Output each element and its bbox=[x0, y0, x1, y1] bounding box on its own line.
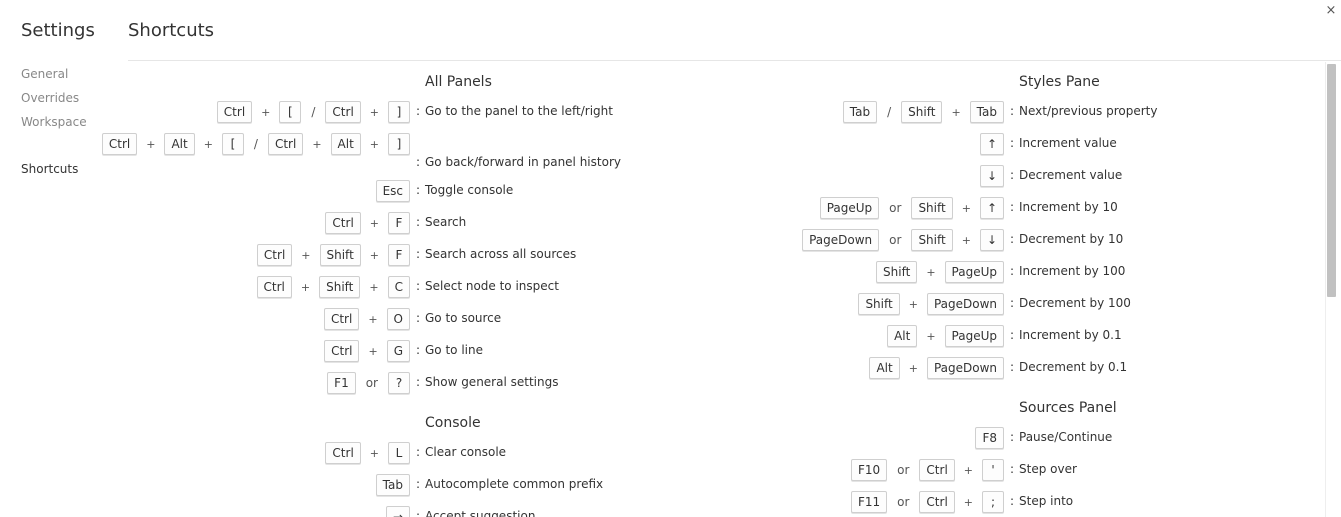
key-pagedown: PageDown bbox=[926, 293, 1004, 315]
colon-separator: : bbox=[1010, 200, 1015, 214]
key-down-arrow: ↓ bbox=[979, 165, 1004, 187]
shortcut-description: Next/previous property bbox=[1019, 104, 1158, 118]
key-alt: Alt bbox=[869, 357, 900, 379]
plus-separator: + bbox=[963, 495, 973, 509]
shortcut-keys: ↑ bbox=[979, 133, 1004, 155]
colon-separator: : bbox=[1010, 136, 1015, 150]
shortcut-row: F10 or Ctrl + ' bbox=[0, 459, 1004, 481]
colon-separator: : bbox=[1010, 296, 1015, 310]
or-separator: or bbox=[897, 463, 910, 477]
settings-title: Settings bbox=[21, 20, 95, 41]
close-icon[interactable]: × bbox=[1322, 2, 1340, 20]
scrollbar-thumb[interactable] bbox=[1327, 64, 1336, 297]
plus-separator: + bbox=[963, 463, 973, 477]
or-separator: or bbox=[889, 201, 902, 215]
shortcut-row: ↑ bbox=[0, 133, 1004, 155]
shortcut-description: Step into bbox=[1019, 494, 1074, 508]
key-up-arrow: ↑ bbox=[979, 133, 1004, 155]
sidebar-item-general[interactable]: General bbox=[21, 67, 68, 81]
section-title-all-panels: All Panels bbox=[425, 74, 492, 90]
key-semicolon: ; bbox=[982, 491, 1004, 513]
plus-separator: + bbox=[961, 201, 971, 215]
key-f8: F8 bbox=[975, 427, 1004, 449]
plus-separator: + bbox=[908, 361, 918, 375]
shortcut-keys: F11 or Ctrl +; bbox=[850, 491, 1004, 513]
shortcut-row: Alt + PageDown bbox=[0, 357, 1004, 379]
shortcut-keys: Shift + PageDown bbox=[858, 293, 1004, 315]
shortcut-row: Alt + PageUp bbox=[0, 325, 1004, 347]
shortcut-keys: F10 or Ctrl + ' bbox=[850, 459, 1004, 481]
header-divider bbox=[128, 60, 1341, 61]
key-down-arrow: ↓ bbox=[979, 229, 1004, 251]
shortcut-keys: Shift + PageUp bbox=[876, 261, 1004, 283]
shortcut-description: Increment value bbox=[1019, 136, 1117, 150]
key-shift: Shift bbox=[858, 293, 900, 315]
or-separator: or bbox=[897, 495, 910, 509]
shortcut-keys: ↓ bbox=[979, 165, 1004, 187]
plus-separator: + bbox=[926, 329, 936, 343]
key-pagedown: PageDown bbox=[802, 229, 880, 251]
shortcut-keys: Tab / Shift + Tab bbox=[842, 101, 1004, 123]
key-pageup: PageUp bbox=[944, 325, 1004, 347]
shortcut-row: Shift + PageDown bbox=[0, 293, 1004, 315]
shortcut-row: PageUp or Shift + ↑ bbox=[0, 197, 1004, 219]
colon-separator: : bbox=[1010, 168, 1015, 182]
shortcut-row: F8 bbox=[0, 427, 1004, 449]
key-shift: Shift bbox=[911, 229, 953, 251]
key-shift: Shift bbox=[911, 197, 953, 219]
shortcut-description: Step over bbox=[1019, 462, 1077, 476]
colon-separator: : bbox=[1010, 232, 1015, 246]
or-separator: or bbox=[889, 233, 902, 247]
colon-separator: : bbox=[1010, 462, 1015, 476]
colon-separator: : bbox=[1010, 360, 1015, 374]
shortcut-row: F11 or Ctrl +; bbox=[0, 491, 1004, 513]
shortcut-keys: Alt + PageDown bbox=[869, 357, 1004, 379]
section-title-styles-pane: Styles Pane bbox=[1019, 74, 1100, 90]
shortcut-description: Decrement value bbox=[1019, 168, 1123, 182]
shortcut-keys: F8 bbox=[975, 427, 1004, 449]
key-up-arrow: ↑ bbox=[979, 197, 1004, 219]
page-title: Shortcuts bbox=[128, 20, 215, 41]
section-title-sources-panel: Sources Panel bbox=[1019, 400, 1117, 416]
slash-separator: / bbox=[887, 105, 892, 119]
shortcut-description: Decrement by 0.1 bbox=[1019, 360, 1128, 374]
shortcut-keys: PageUp or Shift + ↑ bbox=[819, 197, 1004, 219]
colon-separator: : bbox=[1010, 104, 1015, 118]
shortcut-row: Shift + PageUp bbox=[0, 261, 1004, 283]
key-shift: Shift bbox=[901, 101, 943, 123]
colon-separator: : bbox=[1010, 328, 1015, 342]
shortcut-row: ↓ bbox=[0, 165, 1004, 187]
plus-separator: + bbox=[908, 297, 918, 311]
key-pageup: PageUp bbox=[944, 261, 1004, 283]
shortcut-description: Increment by 100 bbox=[1019, 264, 1126, 278]
shortcut-description: Pause/Continue bbox=[1019, 430, 1113, 444]
shortcut-row: PageDown or Shift + ↓ bbox=[0, 229, 1004, 251]
key-ctrl: Ctrl bbox=[919, 491, 955, 513]
colon-separator: : bbox=[1010, 430, 1015, 444]
shortcut-keys: Alt + PageUp bbox=[887, 325, 1004, 347]
key-f10: F10 bbox=[850, 459, 888, 481]
key-shift: Shift bbox=[876, 261, 918, 283]
key-pagedown: PageDown bbox=[926, 357, 1004, 379]
colon-separator: : bbox=[1010, 264, 1015, 278]
key-f11: F11 bbox=[850, 491, 888, 513]
shortcut-description: Increment by 10 bbox=[1019, 200, 1118, 214]
key-tab: Tab bbox=[969, 101, 1004, 123]
plus-separator: + bbox=[926, 265, 936, 279]
shortcut-description: Decrement by 10 bbox=[1019, 232, 1124, 246]
shortcut-keys: PageDown or Shift + ↓ bbox=[802, 229, 1004, 251]
colon-separator: : bbox=[1010, 494, 1015, 508]
key-ctrl: Ctrl bbox=[919, 459, 955, 481]
plus-separator: + bbox=[951, 105, 961, 119]
key-tab: Tab bbox=[842, 101, 878, 123]
plus-separator: + bbox=[961, 233, 971, 247]
shortcut-description: Decrement by 100 bbox=[1019, 296, 1131, 310]
key-pageup: PageUp bbox=[819, 197, 880, 219]
shortcut-row: Tab / Shift + Tab bbox=[0, 101, 1004, 123]
key-apostrophe: ' bbox=[982, 459, 1004, 481]
key-alt: Alt bbox=[887, 325, 918, 347]
shortcut-description: Increment by 0.1 bbox=[1019, 328, 1122, 342]
